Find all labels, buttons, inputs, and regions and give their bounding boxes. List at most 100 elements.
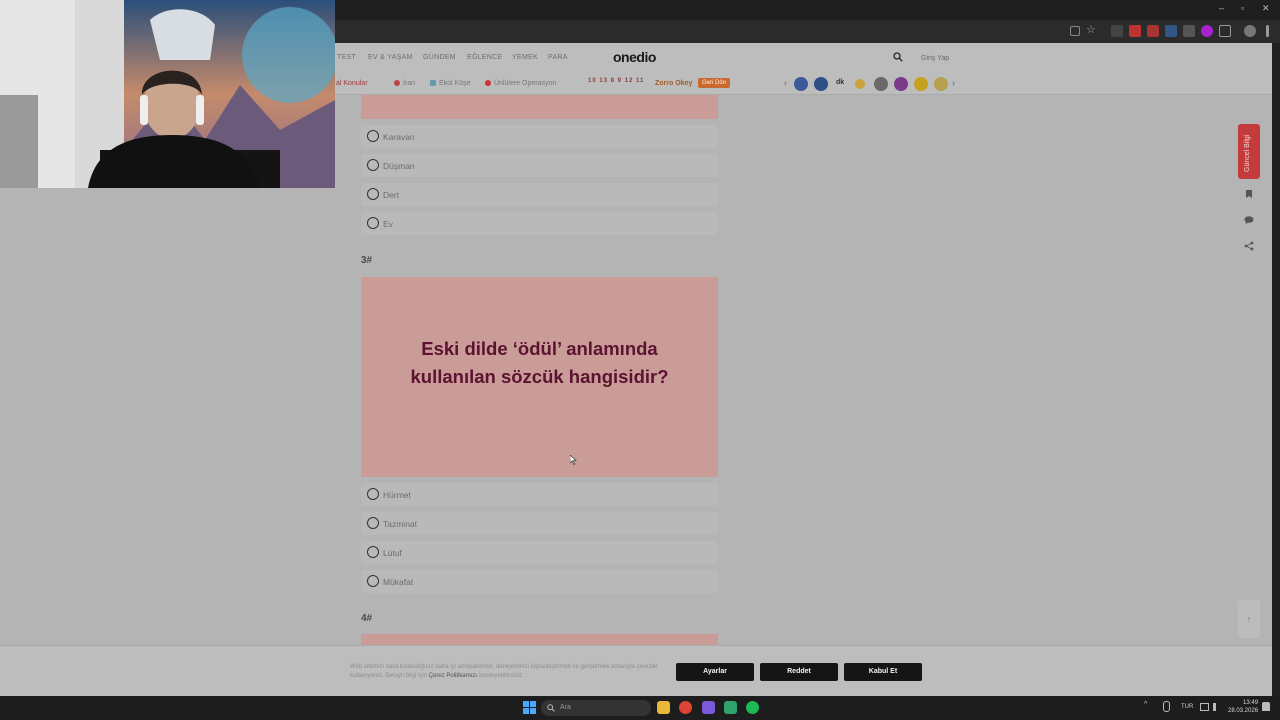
option-lutuf[interactable]: Lütuf <box>361 541 718 564</box>
chrome-icon[interactable] <box>679 701 692 714</box>
taskbar-search-label: Ara <box>560 704 571 711</box>
option-label: Karavan <box>383 132 415 142</box>
app-purple-icon[interactable] <box>702 701 715 714</box>
maximize-icon[interactable]: ▫ <box>1241 3 1244 13</box>
microphone-icon[interactable] <box>1163 701 1170 712</box>
login-link[interactable]: Giriş Yap <box>921 55 949 62</box>
os-taskbar: Ara ^ TUR 13:49 28.03.2026 <box>0 696 1280 720</box>
nav-para[interactable]: PARA <box>548 54 568 61</box>
site-logo[interactable]: onedio <box>613 49 656 65</box>
channel-badge-1[interactable] <box>794 77 808 91</box>
notification-bell-icon[interactable] <box>1262 702 1270 711</box>
share-icon[interactable] <box>1244 241 1254 251</box>
option-hurmet[interactable]: Hürmet <box>361 483 718 506</box>
topic-konular[interactable]: al Konular <box>336 80 368 87</box>
zorro-okey-link[interactable]: Zorro Okey <box>655 80 692 87</box>
bookmark-star-icon[interactable]: ☆ <box>1086 23 1096 36</box>
channel-badge-4[interactable] <box>855 79 865 89</box>
spotify-icon[interactable] <box>746 701 759 714</box>
nav-test[interactable]: TEST <box>337 54 356 61</box>
nav-eglence[interactable]: EĞLENCE <box>467 54 503 61</box>
search-icon[interactable] <box>893 52 903 62</box>
nav-gundem[interactable]: GÜNDEM <box>423 54 456 61</box>
option-label: Lütuf <box>383 548 402 558</box>
channel-badge-6[interactable] <box>894 77 908 91</box>
question-number-4: 4# <box>361 613 373 624</box>
radio-icon[interactable] <box>367 130 379 142</box>
radio-icon[interactable] <box>367 217 379 229</box>
nav-ev-yasam[interactable]: EV & YAŞAM <box>368 54 413 61</box>
bookmark-icon[interactable] <box>1244 189 1254 199</box>
scrollbar-track[interactable] <box>1272 43 1280 696</box>
extensions-puzzle-icon[interactable] <box>1219 25 1231 37</box>
question-number-3: 3# <box>361 255 373 266</box>
language-indicator[interactable]: TUR <box>1181 704 1193 710</box>
radio-icon[interactable] <box>367 188 379 200</box>
geri-don-badge[interactable]: Geri Dön <box>698 78 731 88</box>
search-icon <box>547 704 555 712</box>
option-label: Dert <box>383 190 400 200</box>
topic-ekol-kose[interactable]: Ekol Köşe <box>430 80 471 87</box>
radio-icon[interactable] <box>367 575 379 587</box>
clock[interactable]: 13:49 28.03.2026 <box>1228 699 1258 715</box>
mouse-cursor-icon <box>570 455 577 465</box>
follow-label: Güncel Bilgi <box>1244 134 1251 172</box>
cookie-accept-button[interactable]: Kabul Et <box>844 663 922 681</box>
channel-badge-2[interactable] <box>814 77 828 91</box>
profile-avatar-icon[interactable] <box>1244 25 1256 37</box>
radio-icon[interactable] <box>367 517 379 529</box>
webcam-feed-image <box>0 0 335 188</box>
option-dert[interactable]: Dert <box>361 183 718 206</box>
browser-menu-icon[interactable] <box>1266 25 1269 37</box>
extension-grey-icon[interactable] <box>1183 25 1195 37</box>
date-strip[interactable]: 10 13 8 9 12 11 <box>588 78 644 84</box>
option-karavan[interactable]: Karavan <box>361 125 718 148</box>
channel-badge-5[interactable] <box>874 77 888 91</box>
radio-icon[interactable] <box>367 159 379 171</box>
cookie-policy-link[interactable]: Çerez Politikamızı <box>429 673 477 679</box>
volume-icon[interactable] <box>1213 703 1222 711</box>
file-explorer-icon[interactable] <box>657 701 670 714</box>
question-card-3: Eski dilde ‘ödül’ anlamında kullanılan s… <box>361 277 718 477</box>
install-app-icon[interactable] <box>1070 26 1080 36</box>
windows-start-icon[interactable] <box>523 701 536 714</box>
radio-icon[interactable] <box>367 546 379 558</box>
extension-red-icon[interactable] <box>1129 25 1141 37</box>
chevron-right-icon[interactable]: › <box>952 78 955 88</box>
option-tazminat[interactable]: Tazminat <box>361 512 718 535</box>
topic-iran[interactable]: İran <box>394 80 415 87</box>
cookie-banner: Web sitemizi nasıl kullandığınız daha iy… <box>0 645 1272 696</box>
extension-heart-icon[interactable] <box>1147 25 1159 37</box>
comments-icon[interactable] <box>1244 215 1254 225</box>
option-dusman[interactable]: Düşman <box>361 154 718 177</box>
taskbar-search[interactable]: Ara <box>541 700 651 716</box>
option-mukafat[interactable]: Mükafat <box>361 570 718 593</box>
question-card-2 <box>361 95 718 119</box>
channel-badge-7[interactable] <box>914 77 928 91</box>
question-text: Eski dilde ‘ödül’ anlamında kullanılan s… <box>410 338 669 387</box>
app-green-icon[interactable] <box>724 701 737 714</box>
extension-u-icon[interactable] <box>1111 25 1123 37</box>
topic-unlulere-operasyon[interactable]: Ünlülere Operasyon <box>485 80 556 87</box>
tray-chevron-icon[interactable]: ^ <box>1144 701 1147 708</box>
topic-dot-icon <box>430 80 436 86</box>
network-icon[interactable] <box>1200 703 1209 711</box>
close-icon[interactable]: ✕ <box>1262 3 1270 14</box>
channel-badge-8[interactable] <box>934 77 948 91</box>
extension-blue-icon[interactable] <box>1165 25 1177 37</box>
chevron-left-icon[interactable]: ‹ <box>784 78 787 88</box>
cookie-reject-button[interactable]: Reddet <box>760 663 838 681</box>
radio-icon[interactable] <box>367 488 379 500</box>
follow-button[interactable]: Güncel Bilgi <box>1238 124 1260 179</box>
option-ev[interactable]: Ev <box>361 212 718 235</box>
channel-badge-dk[interactable]: dk <box>836 79 844 86</box>
option-label: Ev <box>383 219 393 229</box>
scroll-to-top-button[interactable]: ↑ <box>1238 600 1260 638</box>
topic-dot-icon <box>485 80 491 86</box>
option-label: Tazminat <box>383 519 418 529</box>
nav-yemek[interactable]: YEMEK <box>512 54 538 61</box>
extension-purple-icon[interactable] <box>1201 25 1213 37</box>
cookie-settings-button[interactable]: Ayarlar <box>676 663 754 681</box>
minimize-icon[interactable]: – <box>1219 3 1224 13</box>
topic-dot-icon <box>394 80 400 86</box>
